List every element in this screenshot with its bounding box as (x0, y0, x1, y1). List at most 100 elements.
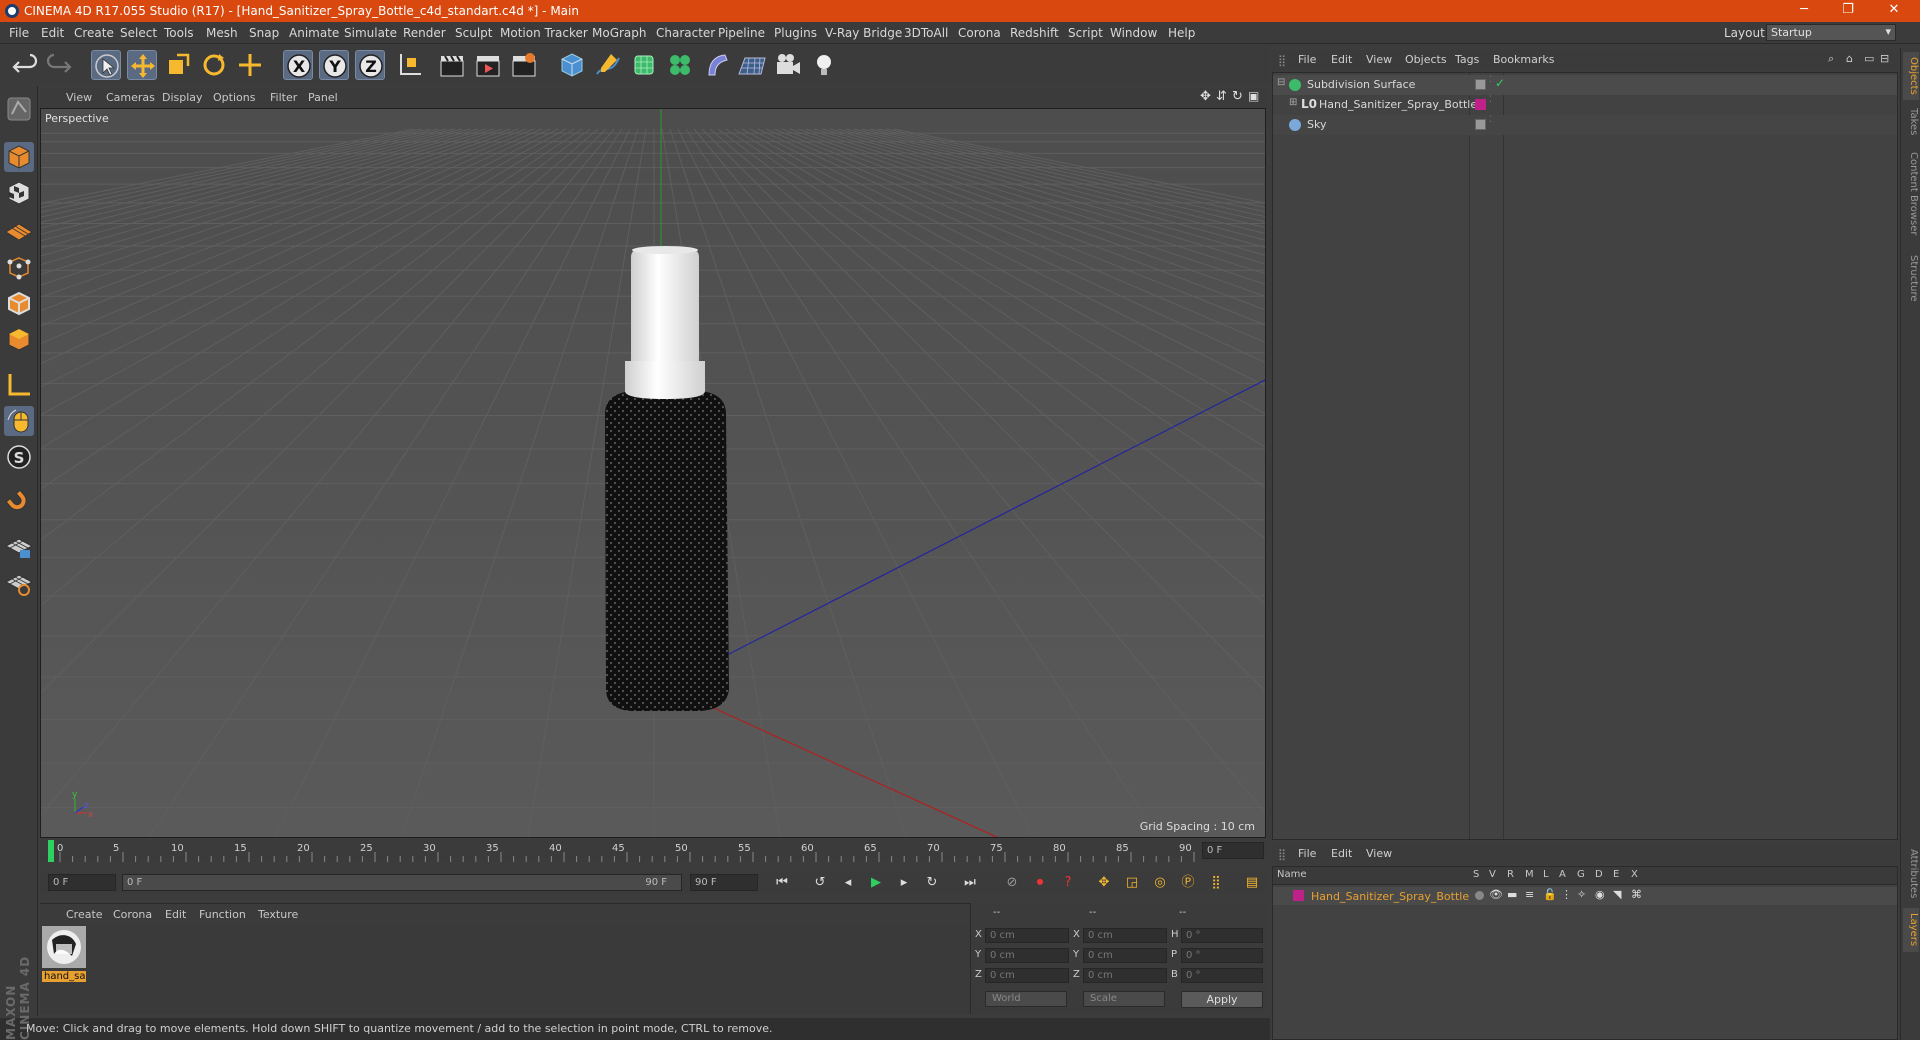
coordinate-system-button[interactable] (395, 50, 425, 80)
lm-menu-file[interactable]: File (1298, 847, 1316, 860)
size-y-field[interactable]: 0 cm (1083, 948, 1167, 963)
xref-icon[interactable]: ⌘ (1631, 888, 1642, 901)
floor-button[interactable] (737, 50, 767, 80)
rotation-b-field[interactable]: 0 ° (1181, 968, 1263, 983)
planar-workplane-button[interactable] (4, 568, 34, 598)
view-eye-icon[interactable]: 👁 (1489, 888, 1503, 901)
material-swatch[interactable]: hand_sa (42, 926, 86, 982)
render-picture-viewer-button[interactable] (473, 50, 503, 80)
y-axis-lock-button[interactable]: Y (319, 50, 349, 80)
edges-mode-button[interactable] (4, 288, 34, 318)
om-menu-edit[interactable]: Edit (1331, 53, 1352, 66)
visibility-dots-icon[interactable]: ⁚ (1489, 95, 1492, 105)
camera-button[interactable] (773, 50, 803, 80)
next-key-button[interactable]: ↻ (920, 873, 944, 893)
timeline-ruler[interactable]: 0 5 10 15 20 25 30 35 40 45 50 55 60 65 … (40, 840, 1266, 862)
layout-select[interactable]: Startup (1766, 24, 1896, 41)
menu-plugins[interactable]: Plugins (774, 26, 817, 40)
record-keys-button[interactable]: ⊘ (1000, 873, 1024, 893)
live-selection-button[interactable] (91, 50, 121, 80)
menu-corona[interactable]: Corona (958, 26, 1001, 40)
maximize-button[interactable]: ❐ (1828, 2, 1868, 17)
menu-window[interactable]: Window (1110, 26, 1157, 40)
solo-toggle-icon[interactable] (1475, 891, 1484, 900)
menu-redshift[interactable]: Redshift (1010, 26, 1059, 40)
step-back-button[interactable]: ◂ (836, 873, 860, 893)
points-mode-button[interactable] (4, 252, 34, 282)
menu-character[interactable]: Character (656, 26, 715, 40)
menu-pipeline[interactable]: Pipeline (718, 26, 765, 40)
light-button[interactable] (809, 50, 839, 80)
lm-menu-edit[interactable]: Edit (1331, 847, 1352, 860)
lm-menu-view[interactable]: View (1366, 847, 1392, 860)
generator-icon[interactable]: ✧ (1577, 888, 1586, 901)
om-new-view-icon[interactable]: ▭ (1864, 52, 1874, 65)
layer-tag-icon[interactable] (1475, 119, 1486, 130)
frame-range-slider[interactable]: 0 F 90 F (122, 874, 682, 891)
menu-mograph[interactable]: MoGraph (592, 26, 647, 40)
om-search-icon[interactable]: ⌕ (1828, 52, 1834, 66)
material-menu-texture[interactable]: Texture (258, 908, 298, 921)
material-menu-create[interactable]: Create (66, 908, 103, 921)
start-frame-field[interactable]: 0 F (48, 874, 116, 891)
om-menu-view[interactable]: View (1366, 53, 1392, 66)
x-axis-lock-button[interactable]: X (283, 50, 313, 80)
position-z-field[interactable]: 0 cm (985, 968, 1069, 983)
layer-color-swatch[interactable] (1293, 890, 1304, 901)
autokey-button[interactable]: ⏺ (1028, 873, 1052, 893)
viewport-menu-filter[interactable]: Filter (270, 91, 297, 104)
position-x-field[interactable]: 0 cm (985, 928, 1069, 943)
z-axis-lock-button[interactable]: Z (355, 50, 385, 80)
lock-icon[interactable]: 🔓 (1543, 888, 1557, 901)
tab-structure[interactable]: Structure (1903, 248, 1919, 308)
menu-sculpt[interactable]: Sculpt (455, 26, 492, 40)
recent-tool-button[interactable] (235, 50, 265, 80)
rotate-tool-button[interactable] (199, 50, 229, 80)
viewport-menu-options[interactable]: Options (213, 91, 255, 104)
om-menu-objects[interactable]: Objects (1405, 53, 1447, 66)
viewport-rotate-icon[interactable]: ↻ (1232, 89, 1243, 104)
panel-grip-icon[interactable]: ⣿ (1278, 54, 1286, 67)
keyframe-selection-button[interactable]: ? (1056, 873, 1080, 893)
size-x-field[interactable]: 0 cm (1083, 928, 1167, 943)
layer-tag-icon[interactable] (1475, 79, 1486, 90)
menu-snap[interactable]: Snap (249, 26, 279, 40)
make-editable-button[interactable] (4, 94, 34, 124)
viewport-zoom-icon[interactable]: ⇵ (1216, 89, 1227, 104)
om-home-icon[interactable]: ⌂ (1846, 52, 1853, 65)
deformer-icon[interactable]: ◉ (1595, 888, 1605, 901)
material-menu-edit[interactable]: Edit (165, 908, 186, 921)
expression-icon[interactable]: ◥ (1613, 888, 1621, 901)
menu-simulate[interactable]: Simulate (344, 26, 397, 40)
menu-create[interactable]: Create (74, 26, 114, 40)
magnet-button[interactable] (4, 488, 34, 518)
go-to-start-button[interactable]: ⏮ (770, 873, 794, 893)
key-parameter-button[interactable]: Ⓟ (1176, 873, 1200, 893)
menu-motion-tracker[interactable]: Motion Tracker (500, 26, 588, 40)
key-pla-button[interactable]: ⣿ (1204, 873, 1228, 893)
collapse-toggle-icon[interactable]: ⊟ (1277, 77, 1285, 88)
model-mode-button[interactable] (4, 142, 34, 172)
render-clapper-icon[interactable]: ▬ (1507, 888, 1517, 901)
deformer-button[interactable] (701, 50, 731, 80)
viewport-pan-icon[interactable]: ✥ (1200, 89, 1211, 104)
material-menu-function[interactable]: Function (199, 908, 246, 921)
position-y-field[interactable]: 0 cm (985, 948, 1069, 963)
previous-key-button[interactable]: ↺ (808, 873, 832, 893)
cube-object-button[interactable] (557, 50, 587, 80)
layer-color-swatch[interactable] (1475, 99, 1486, 110)
texture-mode-button[interactable] (4, 178, 34, 208)
animation-icon[interactable]: ⋮ (1561, 888, 1572, 901)
end-frame-field[interactable]: 90 F (690, 874, 758, 891)
subdivision-surface-button[interactable] (629, 50, 659, 80)
om-menu-bookmarks[interactable]: Bookmarks (1493, 53, 1554, 66)
workplane-mode-button[interactable] (4, 214, 34, 244)
go-to-end-button[interactable]: ⏭ (958, 873, 982, 893)
tab-objects[interactable]: Objects (1903, 52, 1919, 100)
om-lock-icon[interactable]: ⊟ (1880, 52, 1889, 65)
visibility-dots-icon[interactable]: ⁚ (1489, 115, 1492, 125)
viewport-menu-view[interactable]: View (66, 91, 92, 104)
menu-edit[interactable]: Edit (41, 26, 64, 40)
menu-tools[interactable]: Tools (164, 26, 194, 40)
tab-layers[interactable]: Layers (1903, 908, 1919, 952)
